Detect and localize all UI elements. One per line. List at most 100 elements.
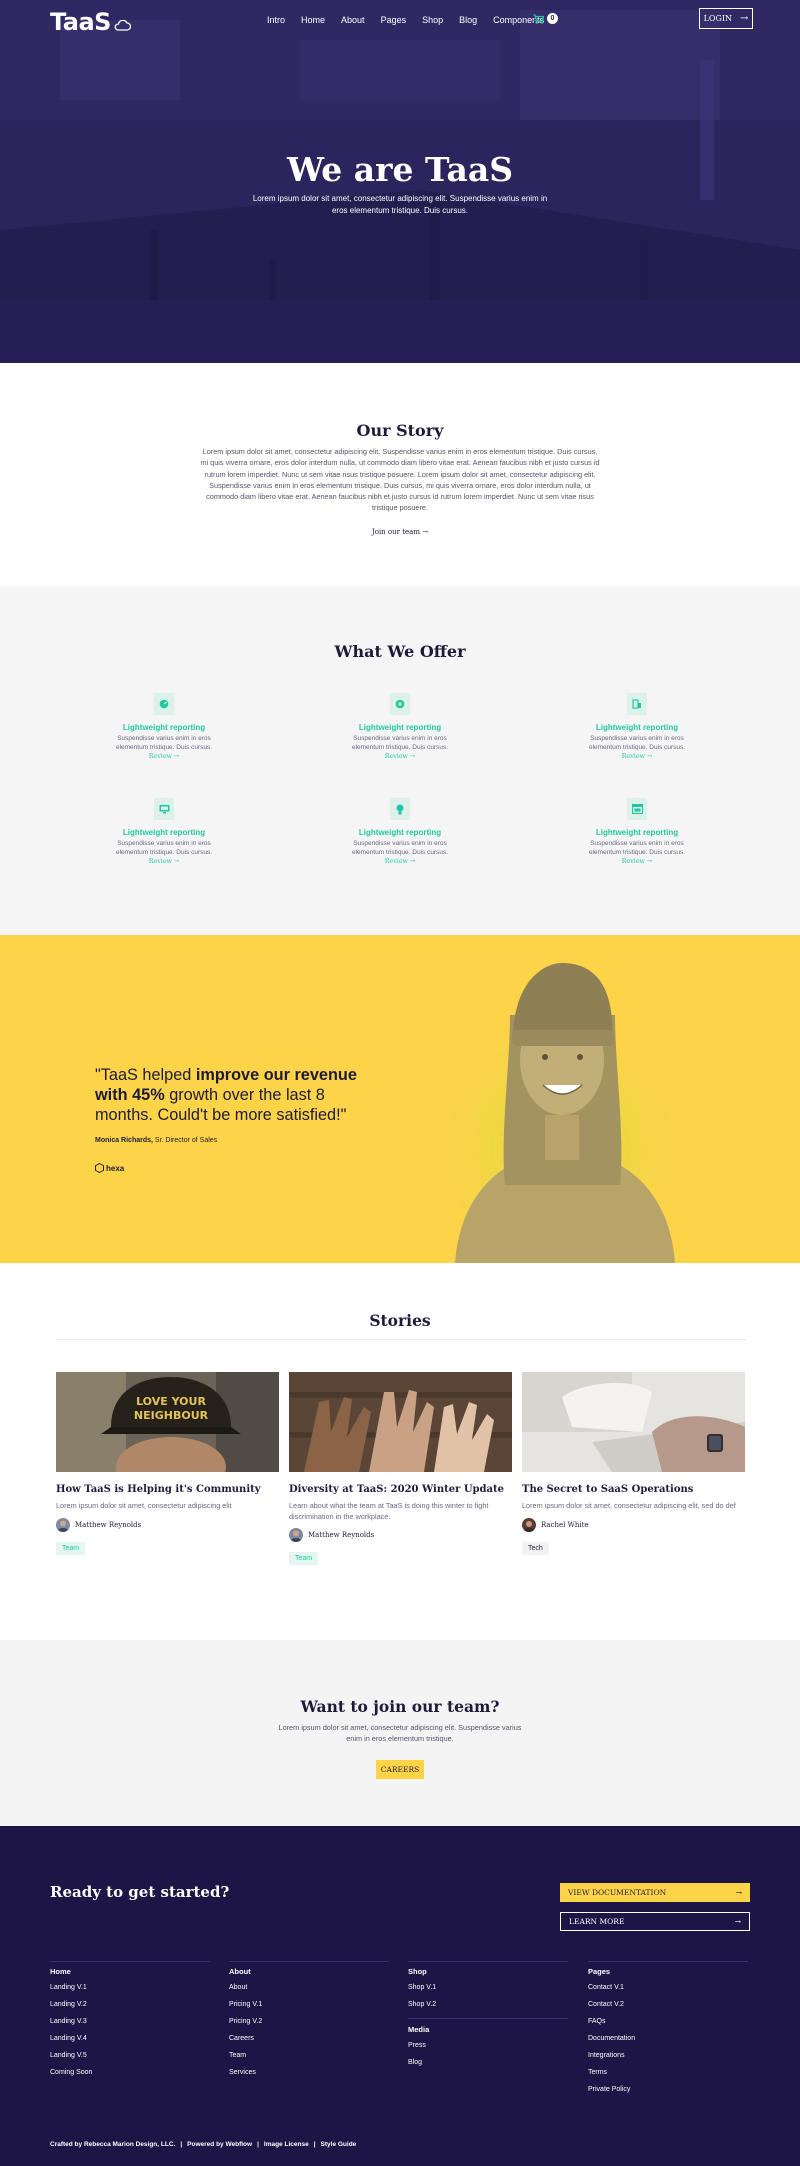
feature-review-link[interactable]: Review →	[587, 858, 687, 865]
story-card[interactable]: The Secret to SaaS Operations Lorem ipsu…	[522, 1372, 745, 1555]
company-logo: hexa	[95, 1163, 124, 1173]
logo-text: TaaS	[50, 8, 111, 36]
arrow-right-icon: →	[735, 1888, 742, 1897]
careers-button[interactable]: CAREERS	[376, 1760, 424, 1779]
feature-card: Lightweight reporting Suspendisse varius…	[350, 798, 450, 865]
feature-title: Lightweight reporting	[595, 828, 679, 837]
main-nav: TaaS Intro Home About Pages Shop Blog Co…	[0, 0, 800, 40]
hero-section: TaaS Intro Home About Pages Shop Blog Co…	[0, 0, 800, 363]
footer-link[interactable]: Pricing V.1	[229, 2001, 389, 2008]
learn-more-button[interactable]: LEARN MORE →	[560, 1912, 750, 1931]
company-name: hexa	[106, 1163, 125, 1173]
feature-icon-box	[154, 798, 174, 820]
view-documentation-button[interactable]: VIEW DOCUMENTATION →	[560, 1883, 750, 1902]
feature-text: Suspendisse varius enim in eros elementu…	[115, 840, 213, 856]
story-card-desc: Learn about what the team at TaaS is doi…	[289, 1501, 489, 1521]
footer-link[interactable]: Coming Soon	[50, 2069, 210, 2076]
separator: |	[257, 2141, 259, 2148]
story-card-title: Diversity at TaaS: 2020 Winter Update	[289, 1484, 505, 1495]
footer-link[interactable]: Blog	[408, 2059, 568, 2066]
testimonial-section: "TaaS helped improve our revenue with 45…	[0, 935, 800, 1263]
footer-link[interactable]: Careers	[229, 2035, 389, 2042]
gear-icon	[395, 699, 405, 709]
hero-title: We are TaaS	[286, 150, 514, 189]
feature-icon-box	[390, 693, 410, 715]
nav-link-shop[interactable]: Shop	[422, 15, 443, 25]
join-team-section: Want to join our team? Lorem ipsum dolor…	[0, 1640, 800, 1826]
footer-link[interactable]: Shop V.1	[408, 1984, 568, 1991]
footer-title: Ready to get started?	[50, 1883, 230, 1901]
footer-link[interactable]: Landing V.2	[50, 2001, 210, 2008]
feature-title: Lightweight reporting	[358, 723, 442, 732]
credit-crafted-by[interactable]: Crafted by Rebecca Marion Design, LLC.	[50, 2141, 175, 2148]
author-name: Monica Richards,	[95, 1137, 153, 1144]
footer-link[interactable]: Landing V.5	[50, 2052, 210, 2059]
story-card[interactable]: LOVE YOUR NEIGHBOUR How TaaS is Helping …	[56, 1372, 279, 1555]
footer-link[interactable]: Landing V.4	[50, 2035, 210, 2042]
arrow-right-icon: →	[734, 1917, 741, 1926]
footer-link[interactable]: Contact V.1	[588, 1984, 748, 1991]
nav-link-about[interactable]: About	[341, 15, 365, 25]
feature-review-link[interactable]: Review →	[587, 753, 687, 760]
avatar	[522, 1517, 536, 1532]
feature-icon-box	[627, 798, 647, 820]
footer: Ready to get started? VIEW DOCUMENTATION…	[0, 1826, 800, 2166]
footer-link[interactable]: Contact V.2	[588, 2001, 748, 2008]
stories-section: Stories LOVE YOUR NEIGHBOUR How TaaS is …	[0, 1263, 800, 1640]
login-label: LOGIN	[703, 14, 733, 23]
footer-link[interactable]: Press	[408, 2042, 568, 2049]
credit-image-license[interactable]: Image License	[264, 2141, 309, 2148]
footer-link[interactable]: FAQs	[588, 2018, 748, 2025]
story-card[interactable]: Diversity at TaaS: 2020 Winter Update Le…	[289, 1372, 512, 1565]
footer-link[interactable]: Integrations	[588, 2052, 748, 2059]
join-team-link[interactable]: Join our team →	[0, 528, 800, 536]
feature-text: Suspendisse varius enim in eros elementu…	[588, 840, 686, 856]
join-text: Lorem ipsum dolor sit amet, consectetur …	[278, 1723, 522, 1743]
logo[interactable]: TaaS	[50, 8, 131, 36]
footer-link[interactable]: Services	[229, 2069, 389, 2076]
footer-link[interactable]: Documentation	[588, 2035, 748, 2042]
footer-link[interactable]: Private Policy	[588, 2086, 748, 2093]
credit-powered-by[interactable]: Powered by Webflow	[187, 2141, 252, 2148]
tag-team[interactable]: Team	[56, 1541, 86, 1555]
feature-review-link[interactable]: Review →	[350, 858, 450, 865]
feature-review-link[interactable]: Review →	[114, 858, 214, 865]
cart-count-badge: 0	[547, 13, 558, 24]
login-button[interactable]: LOGIN →	[699, 8, 753, 29]
footer-link[interactable]: About	[229, 1984, 389, 1991]
gauge-icon	[159, 699, 169, 709]
view-documentation-label: VIEW DOCUMENTATION	[568, 1888, 667, 1897]
tag-tech[interactable]: Tech	[522, 1541, 549, 1555]
footer-col-home: Home Landing V.1 Landing V.2 Landing V.3…	[50, 1961, 210, 2086]
credit-style-guide[interactable]: Style Guide	[321, 2141, 357, 2148]
nav-link-intro[interactable]: Intro	[267, 15, 285, 25]
footer-col-heading: Shop	[408, 1967, 427, 1976]
feature-review-link[interactable]: Review →	[350, 753, 450, 760]
story-image	[289, 1372, 512, 1472]
separator: |	[313, 2141, 316, 2148]
feature-review-link[interactable]: Review →	[114, 753, 214, 760]
tag-team[interactable]: Team	[289, 1552, 319, 1565]
cart-button[interactable]: 0	[533, 13, 558, 24]
keyboard-photo	[522, 1372, 745, 1472]
footer-link[interactable]: Landing V.1	[50, 1984, 210, 1991]
nav-link-home[interactable]: Home	[301, 15, 325, 25]
author-name: Matthew Reynolds	[75, 1520, 142, 1529]
footer-subsection-media: Media Press Blog	[408, 2018, 568, 2066]
footer-link[interactable]: Shop V.2	[408, 2001, 568, 2008]
footer-col-shop: Shop Shop V.1 Shop V.2 Media Press Blog	[408, 1961, 568, 2076]
feature-text: Suspendisse varius enim in eros elementu…	[588, 735, 686, 751]
nav-link-blog[interactable]: Blog	[459, 15, 477, 25]
feature-card: Lightweight reporting Suspendisse varius…	[587, 798, 687, 865]
join-title: Want to join our team?	[300, 1697, 500, 1716]
footer-link[interactable]: Pricing V.2	[229, 2018, 389, 2025]
offer-title: What We Offer	[334, 642, 466, 661]
footer-link[interactable]: Landing V.3	[50, 2018, 210, 2025]
nav-link-pages[interactable]: Pages	[381, 15, 407, 25]
quote-text-start: "TaaS helped	[95, 1066, 196, 1084]
footer-col-heading: Media	[408, 2025, 430, 2034]
footer-link[interactable]: Team	[229, 2052, 389, 2059]
feature-icon-box	[154, 693, 174, 715]
arrow-right-icon: →	[740, 13, 749, 24]
footer-link[interactable]: Terms	[588, 2069, 748, 2076]
